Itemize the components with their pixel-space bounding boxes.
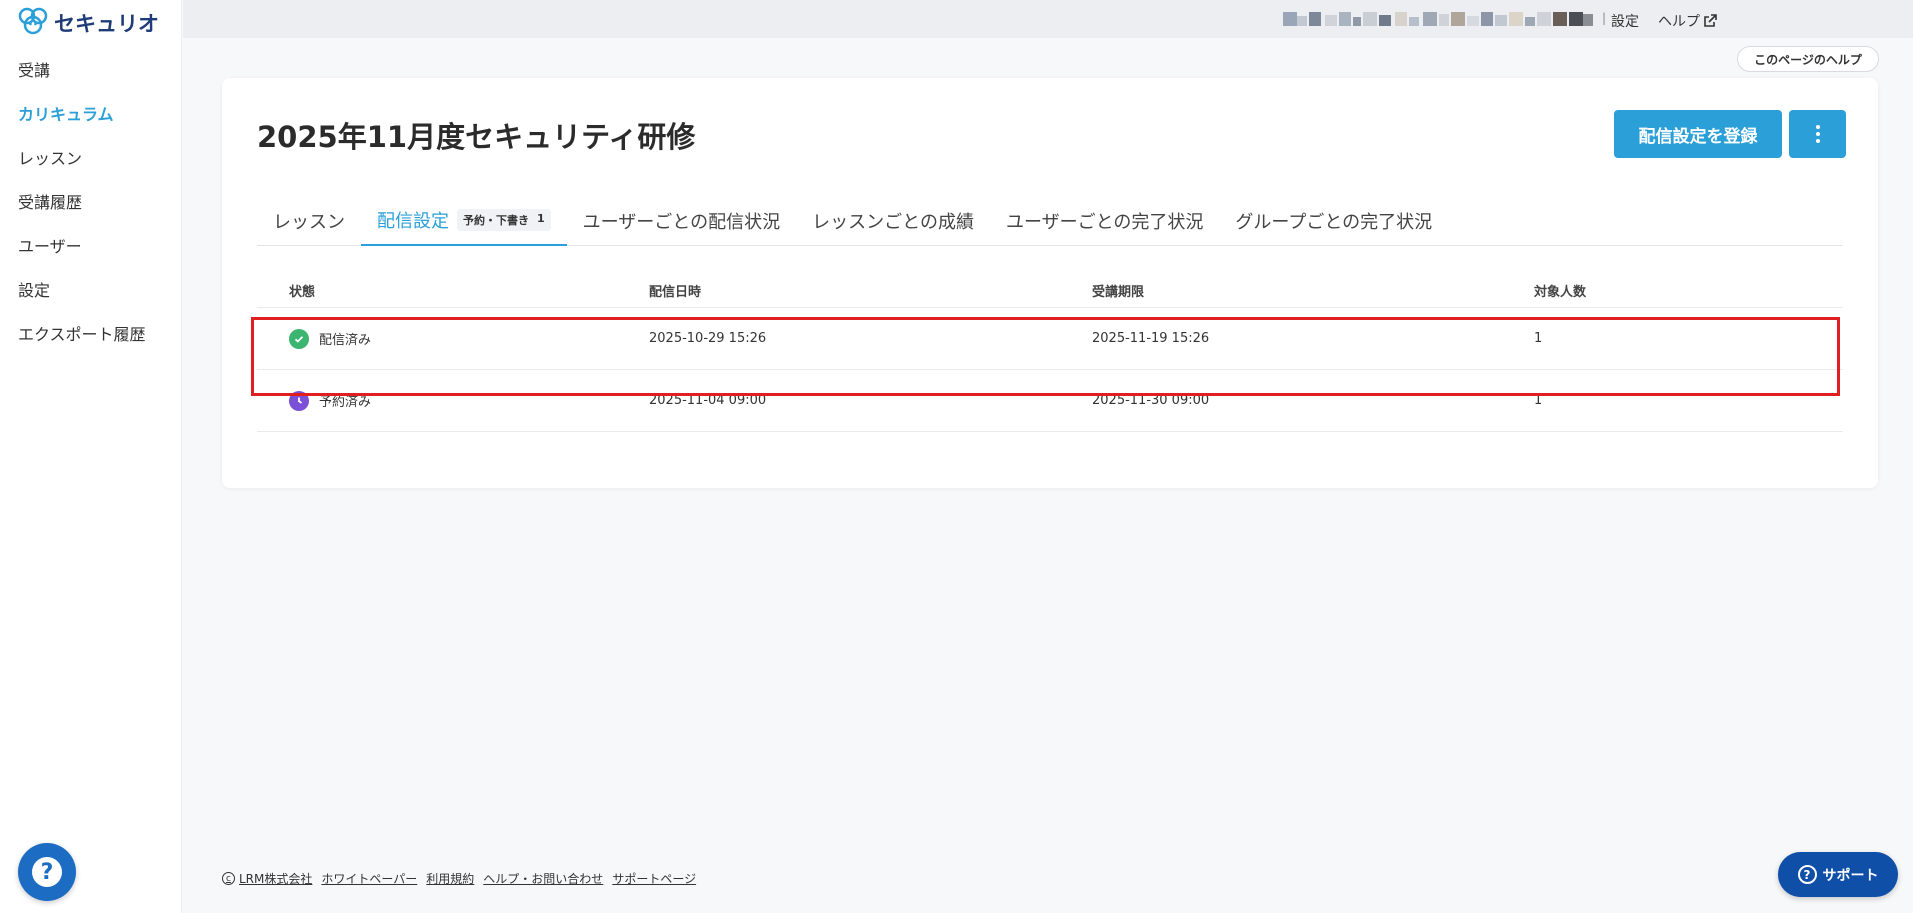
tab-user-completion[interactable]: ユーザーごとの完了状況 xyxy=(990,196,1219,246)
help-fab-button[interactable]: ? xyxy=(18,843,76,901)
sidebar-item-settings[interactable]: 設定 xyxy=(0,269,182,313)
target-count-cell: 1 xyxy=(1534,331,1543,346)
footer-link-help-contact[interactable]: ヘルプ・お問い合わせ xyxy=(483,870,603,887)
header-target-count: 対象人数 xyxy=(1534,285,1587,300)
table-row[interactable]: 予約済み 2025-11-04 09:00 2025-11-30 09:00 1 xyxy=(257,370,1843,432)
footer: c LRM株式会社 ホワイトペーパー 利用規約 ヘルプ・お問い合わせ サポートペ… xyxy=(222,870,696,887)
sidebar-item-curriculum[interactable]: カリキュラム xyxy=(0,93,182,137)
delivered-at-cell: 2025-11-04 09:00 xyxy=(649,393,767,408)
support-label: サポート xyxy=(1822,867,1879,884)
sidebar-item-history[interactable]: 受講履歴 xyxy=(0,181,182,225)
deadline-cell: 2025-11-30 09:00 xyxy=(1092,393,1210,408)
tab-lesson-scores[interactable]: レッスンごとの成績 xyxy=(796,196,990,246)
clock-icon xyxy=(289,390,309,411)
sidebar: セキュリオ 受講 カリキュラム レッスン 受講履歴 ユーザー 設定 エクスポート… xyxy=(0,0,182,913)
sidebar-item-lessons[interactable]: レッスン xyxy=(0,137,182,181)
footer-link-whitepaper[interactable]: ホワイトペーパー xyxy=(321,870,417,887)
sidebar-item-users[interactable]: ユーザー xyxy=(0,225,182,269)
app-logo[interactable]: セキュリオ xyxy=(17,6,159,40)
deadline-cell: 2025-11-19 15:26 xyxy=(1092,331,1210,346)
tab-bar: レッスン 配信設定 予約・下書き 1 ユーザーごとの配信状況 レッスンごとの成績… xyxy=(257,196,1843,246)
header-deadline: 受講期限 xyxy=(1092,285,1145,300)
sidebar-nav: 受講 カリキュラム レッスン 受講履歴 ユーザー 設定 エクスポート履歴 xyxy=(0,49,182,357)
top-bar xyxy=(183,0,1913,38)
footer-link-support-page[interactable]: サポートページ xyxy=(612,870,696,887)
footer-link-terms[interactable]: 利用規約 xyxy=(426,870,474,887)
curriculum-card: 2025年11月度セキュリティ研修 配信設定を登録 レッスン 配信設定 予約・下… xyxy=(222,78,1878,488)
table-header: 状態 配信日時 受講期限 対象人数 xyxy=(257,274,1843,308)
logo-text: セキュリオ xyxy=(54,12,159,36)
delivery-table: 状態 配信日時 受講期限 対象人数 配信済み 2025-10-29 15:26 … xyxy=(257,274,1843,432)
user-info-redacted[interactable] xyxy=(1283,9,1594,30)
delivered-at-cell: 2025-10-29 15:26 xyxy=(649,331,767,346)
footer-company: LRM株式会社 xyxy=(239,872,313,886)
table-row[interactable]: 配信済み 2025-10-29 15:26 2025-11-19 15:26 1 xyxy=(257,308,1843,370)
reservation-draft-badge: 予約・下書き 1 xyxy=(457,209,551,231)
sidebar-item-attend[interactable]: 受講 xyxy=(0,49,182,93)
badge-count: 1 xyxy=(537,212,545,225)
tab-lessons[interactable]: レッスン xyxy=(257,196,361,246)
tab-delivery-settings-label: 配信設定 xyxy=(377,211,449,232)
support-button[interactable]: ? サポート xyxy=(1778,852,1898,897)
external-link-icon xyxy=(1703,14,1717,28)
logo-icon xyxy=(17,6,49,40)
status-text: 配信済み xyxy=(319,333,372,348)
header-delivered-at: 配信日時 xyxy=(649,285,702,300)
top-help-label: ヘルプ xyxy=(1658,14,1700,30)
tab-delivery-settings[interactable]: 配信設定 予約・下書き 1 xyxy=(361,196,567,246)
sidebar-item-export-history[interactable]: エクスポート履歴 xyxy=(0,313,182,357)
check-circle-icon xyxy=(289,328,309,349)
top-separator: | xyxy=(1602,11,1607,25)
status-cell: 配信済み xyxy=(257,328,649,349)
footer-company-link[interactable]: c LRM株式会社 xyxy=(222,870,312,887)
kebab-menu-icon xyxy=(1815,125,1820,143)
top-help-link[interactable]: ヘルプ xyxy=(1658,11,1717,31)
register-delivery-button[interactable]: 配信設定を登録 xyxy=(1614,110,1782,158)
status-cell: 予約済み xyxy=(257,390,649,411)
page-help-button[interactable]: このページのヘルプ xyxy=(1737,46,1879,72)
tab-user-delivery-status[interactable]: ユーザーごとの配信状況 xyxy=(567,196,796,246)
top-settings-link[interactable]: 設定 xyxy=(1611,11,1639,31)
badge-label: 予約・下書き xyxy=(463,214,529,227)
page-title: 2025年11月度セキュリティ研修 xyxy=(257,120,696,154)
more-options-button[interactable] xyxy=(1789,110,1846,158)
question-circle-icon: ? xyxy=(1797,865,1817,884)
tab-group-completion[interactable]: グループごとの完了状況 xyxy=(1219,196,1448,246)
question-icon: ? xyxy=(32,857,62,887)
copyright-icon: c xyxy=(222,872,235,885)
target-count-cell: 1 xyxy=(1534,393,1543,408)
status-text: 予約済み xyxy=(319,395,372,410)
header-status: 状態 xyxy=(289,285,316,300)
